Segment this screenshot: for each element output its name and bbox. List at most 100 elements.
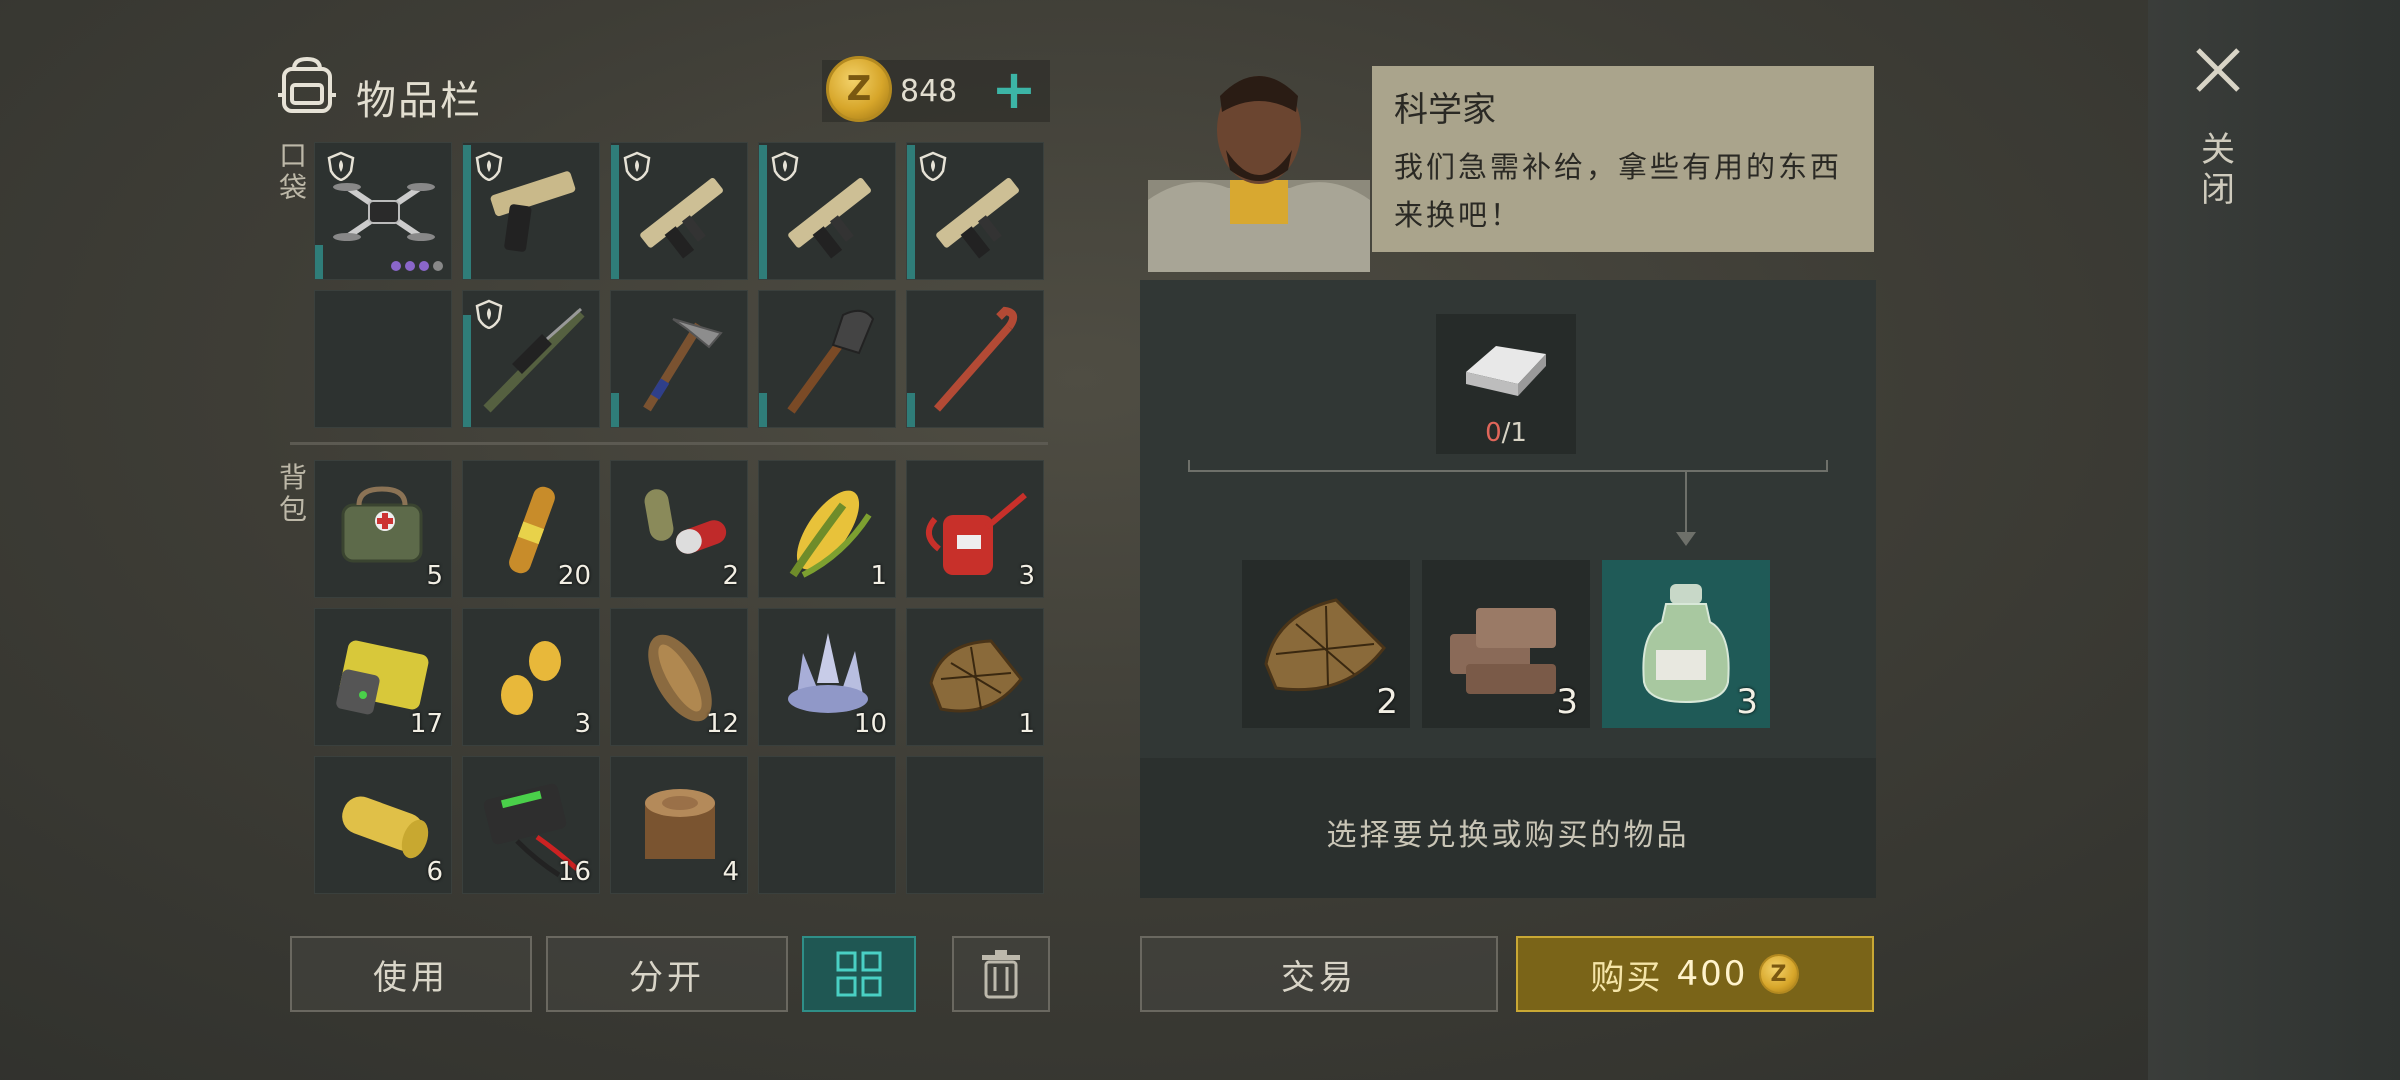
durability-bar bbox=[759, 145, 767, 279]
backpack-slot-corn[interactable]: 1 bbox=[758, 460, 896, 598]
trade-hint: 选择要兑换或购买的物品 bbox=[1326, 818, 1690, 853]
fabric-roll-icon bbox=[342, 796, 429, 859]
offer-quantity: 3 bbox=[1556, 682, 1578, 722]
rifle-icon bbox=[640, 177, 723, 259]
backpack-slot-pills[interactable]: 2 bbox=[610, 460, 748, 598]
pocket-slot-rifle-1[interactable] bbox=[610, 142, 748, 280]
pocket-slot-rifle-2[interactable] bbox=[758, 142, 896, 280]
pocket-slot-shovel[interactable] bbox=[758, 290, 896, 428]
backpack-slot-log[interactable]: 4 bbox=[610, 756, 748, 894]
backpack-slot-seeds[interactable]: 3 bbox=[462, 608, 600, 746]
pocket-slot-drone[interactable] bbox=[314, 142, 452, 280]
coin-icon: Z bbox=[1759, 954, 1800, 994]
pockets-label: 口袋 bbox=[278, 139, 307, 204]
shovel-icon bbox=[787, 309, 875, 414]
pocket-slot-pistol[interactable] bbox=[462, 142, 600, 280]
buy-price: 400 bbox=[1676, 954, 1748, 994]
pocket-slot-rifle-3[interactable] bbox=[906, 142, 1044, 280]
log-icon bbox=[645, 789, 715, 859]
backpack-label: 背包 bbox=[278, 461, 307, 526]
backpack-slot-empty[interactable] bbox=[906, 756, 1044, 894]
pills-icon bbox=[644, 489, 727, 554]
split-button[interactable]: 分开 bbox=[546, 936, 788, 1012]
trader-portrait bbox=[1148, 76, 1370, 272]
backpack-slot-car-battery[interactable]: 16 bbox=[462, 756, 600, 894]
backpack-icon bbox=[278, 56, 336, 113]
item-quantity: 3 bbox=[574, 709, 591, 739]
backpack-slot-medkit-bag[interactable]: 5 bbox=[314, 460, 452, 598]
item-quantity: 1 bbox=[1018, 709, 1035, 739]
crowbar-icon bbox=[933, 306, 1018, 412]
rarity-dots bbox=[391, 261, 443, 271]
pocket-slot-pickaxe[interactable] bbox=[610, 290, 748, 428]
durability-bar bbox=[907, 145, 915, 279]
offer-item-leather[interactable]: 2 bbox=[1242, 560, 1410, 728]
backpack-slot-shell-creature[interactable]: 12 bbox=[610, 608, 748, 746]
medkit-bag-icon bbox=[341, 486, 423, 563]
oil-can-icon bbox=[926, 492, 1027, 575]
offer-item-bricks[interactable]: 3 bbox=[1422, 560, 1590, 728]
buy-button[interactable]: 购买 400 Z bbox=[1516, 936, 1874, 1012]
backpack-slot-crystal[interactable]: 10 bbox=[758, 608, 896, 746]
pocket-slot-empty[interactable] bbox=[314, 290, 452, 428]
arrow-down-icon bbox=[1676, 532, 1696, 546]
backpack-slot-fabric-roll[interactable]: 6 bbox=[314, 756, 452, 894]
durability-bar bbox=[907, 393, 915, 427]
corn-icon bbox=[789, 490, 872, 578]
coin-icon: Z bbox=[826, 56, 892, 122]
required-item-count: 0/1 bbox=[1436, 418, 1576, 448]
right-strip bbox=[2148, 0, 2400, 1080]
rifle-icon bbox=[788, 177, 871, 259]
add-coins-button[interactable]: + bbox=[988, 63, 1040, 117]
item-quantity: 10 bbox=[853, 709, 887, 739]
durability-bar bbox=[315, 245, 323, 279]
delete-button[interactable] bbox=[952, 936, 1050, 1012]
durability-bar bbox=[611, 145, 619, 279]
use-button[interactable]: 使用 bbox=[290, 936, 532, 1012]
inventory-title: 物品栏 bbox=[356, 78, 482, 124]
acid-bottle-icon bbox=[1642, 584, 1730, 704]
leather-icon bbox=[929, 639, 1023, 713]
need-total: /1 bbox=[1501, 418, 1527, 448]
close-icon[interactable] bbox=[2190, 42, 2246, 98]
pocket-slot-crowbar[interactable] bbox=[906, 290, 1044, 428]
item-quantity: 1 bbox=[870, 561, 887, 591]
seeds-icon bbox=[501, 641, 561, 715]
durability-bar bbox=[759, 393, 767, 427]
backpack-slot-leather-scrap[interactable]: 1 bbox=[906, 608, 1044, 746]
pickaxe-icon bbox=[643, 318, 723, 412]
backpack-slot-oil-can[interactable]: 3 bbox=[906, 460, 1044, 598]
item-quantity: 3 bbox=[1018, 561, 1035, 591]
item-quantity: 2 bbox=[722, 561, 739, 591]
pocket-slot-sniper-rifle[interactable] bbox=[462, 290, 600, 428]
trade-button[interactable]: 交易 bbox=[1140, 936, 1498, 1012]
buy-label: 购买 bbox=[1590, 957, 1663, 998]
close-label[interactable]: 关闭 bbox=[2200, 130, 2236, 210]
trash-icon bbox=[982, 950, 1020, 999]
have-count: 0 bbox=[1485, 418, 1502, 448]
trade-connector-line bbox=[1188, 460, 1828, 472]
item-quantity: 5 bbox=[426, 561, 443, 591]
silver-ingot-icon bbox=[1466, 346, 1546, 396]
item-quantity: 6 bbox=[426, 857, 443, 887]
durability-bar bbox=[463, 145, 471, 279]
trader-name: 科学家 bbox=[1394, 90, 1496, 130]
grid-icon bbox=[836, 951, 882, 997]
rifle-icon bbox=[936, 177, 1019, 259]
offer-quantity: 3 bbox=[1736, 682, 1758, 722]
trade-connector-stem bbox=[1685, 472, 1687, 534]
grid-view-button[interactable] bbox=[802, 936, 916, 1012]
trader-message: 我们急需补给，拿些有用的东西来换吧！ bbox=[1394, 150, 1843, 232]
offer-item-acid-bottle[interactable]: 3 bbox=[1602, 560, 1770, 728]
item-quantity: 4 bbox=[722, 857, 739, 887]
item-quantity: 16 bbox=[557, 857, 591, 887]
section-divider bbox=[290, 442, 1048, 445]
drone-icon bbox=[333, 183, 435, 241]
backpack-slot-empty[interactable] bbox=[758, 756, 896, 894]
bricks-icon bbox=[1450, 608, 1556, 694]
durability-bar bbox=[463, 315, 471, 427]
backpack-slot-ampoule[interactable]: 20 bbox=[462, 460, 600, 598]
offer-quantity: 2 bbox=[1376, 682, 1398, 722]
item-quantity: 12 bbox=[705, 709, 739, 739]
backpack-slot-battery[interactable]: 17 bbox=[314, 608, 452, 746]
